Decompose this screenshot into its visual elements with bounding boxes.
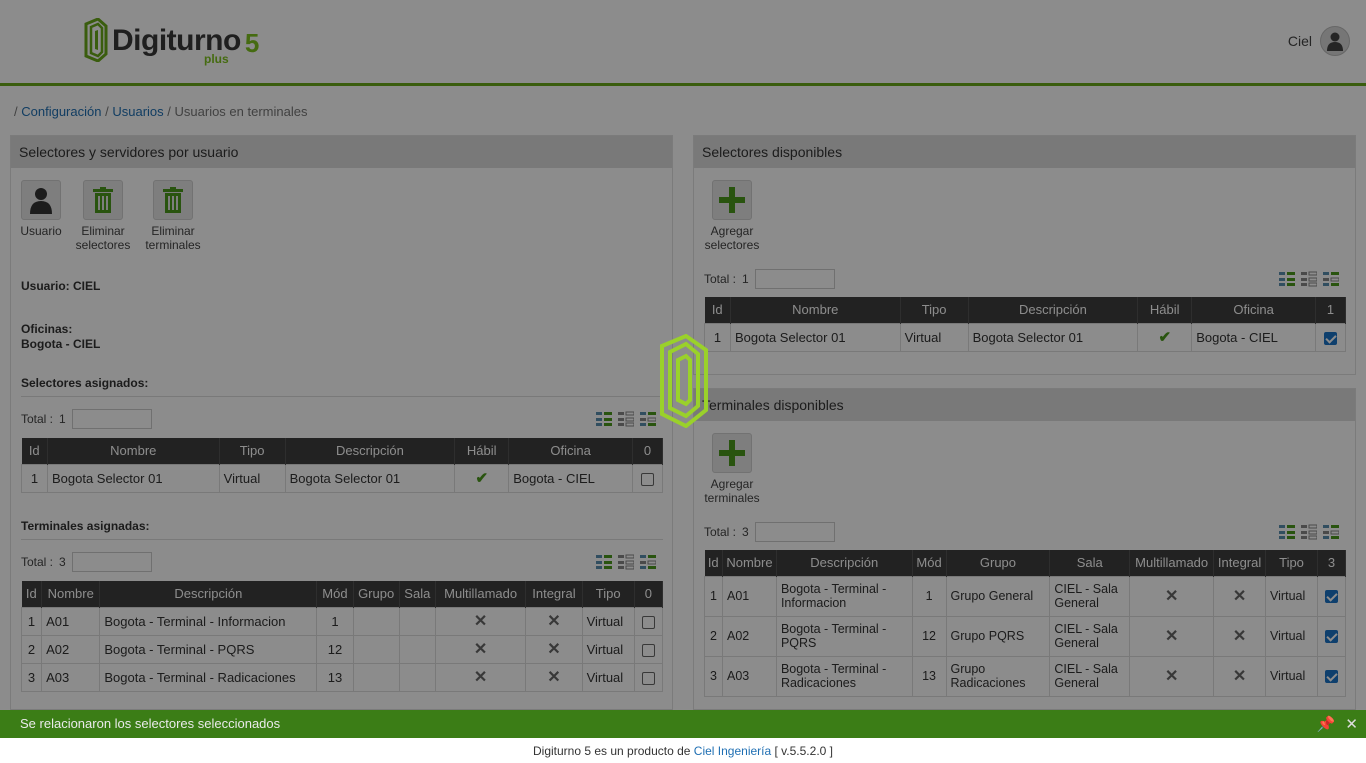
footer-prefix: Digiturno 5 es un producto de xyxy=(533,744,691,758)
notification-bar: Se relacionaron los selectores seleccion… xyxy=(0,710,1366,738)
notification-controls: 📌 ✕ xyxy=(1317,715,1358,733)
close-icon[interactable]: ✕ xyxy=(1345,715,1358,733)
pin-icon[interactable]: 📌 xyxy=(1317,715,1336,733)
footer-version: [ v.5.5.2.0 ] xyxy=(774,744,833,758)
footer: Digiturno 5 es un producto de Ciel Ingen… xyxy=(0,738,1366,763)
loading-logo-icon xyxy=(660,334,708,428)
footer-company-link[interactable]: Ciel Ingeniería xyxy=(694,744,771,758)
notification-message: Se relacionaron los selectores seleccion… xyxy=(20,716,281,731)
